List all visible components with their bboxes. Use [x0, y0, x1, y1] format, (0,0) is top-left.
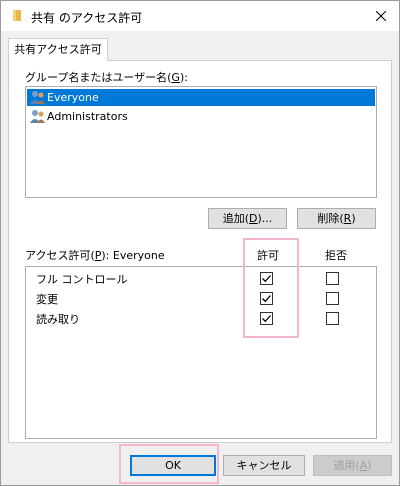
list-item-label: Everyone	[47, 91, 99, 104]
ok-button-highlight	[119, 444, 219, 484]
deny-checkbox-full-control[interactable]	[326, 272, 339, 285]
title-bar: 共有 のアクセス許可	[1, 1, 399, 31]
user-group-icon	[30, 109, 46, 124]
window-title: 共有 のアクセス許可	[31, 11, 143, 25]
user-group-icon	[30, 90, 46, 105]
user-list[interactable]: Everyone Administrators	[25, 86, 377, 198]
add-button[interactable]: 追加(D)...	[208, 208, 287, 229]
permissions-label: アクセス許可(P): Everyone	[25, 249, 165, 262]
folder-icon	[11, 9, 23, 22]
list-item-label: Administrators	[47, 110, 128, 123]
permission-name: 読み取り	[36, 313, 80, 326]
list-item-everyone[interactable]: Everyone	[27, 89, 375, 106]
permissions-list: フル コントロール 変更 読み取り	[25, 266, 377, 439]
close-icon	[376, 11, 386, 21]
apply-button[interactable]: 適用(A)	[313, 455, 392, 476]
tab-share-permissions[interactable]: 共有アクセス許可	[8, 38, 108, 61]
remove-button[interactable]: 削除(R)	[297, 208, 376, 229]
cancel-button[interactable]: キャンセル	[223, 455, 305, 476]
list-item-administrators[interactable]: Administrators	[27, 108, 375, 125]
deny-checkbox-change[interactable]	[326, 292, 339, 305]
permission-name: フル コントロール	[36, 273, 128, 286]
permission-name: 変更	[36, 293, 58, 306]
allow-column-highlight	[243, 238, 299, 338]
share-permissions-dialog: 共有 のアクセス許可 共有アクセス許可 グループ名またはユーザー名(G): Ev…	[0, 0, 400, 486]
deny-column-header: 拒否	[325, 249, 347, 262]
close-button[interactable]	[363, 1, 399, 31]
tab-panel: グループ名またはユーザー名(G): Everyone Administrator…	[8, 60, 392, 443]
deny-checkbox-read[interactable]	[326, 312, 339, 325]
group-list-label: グループ名またはユーザー名(G):	[25, 71, 188, 84]
